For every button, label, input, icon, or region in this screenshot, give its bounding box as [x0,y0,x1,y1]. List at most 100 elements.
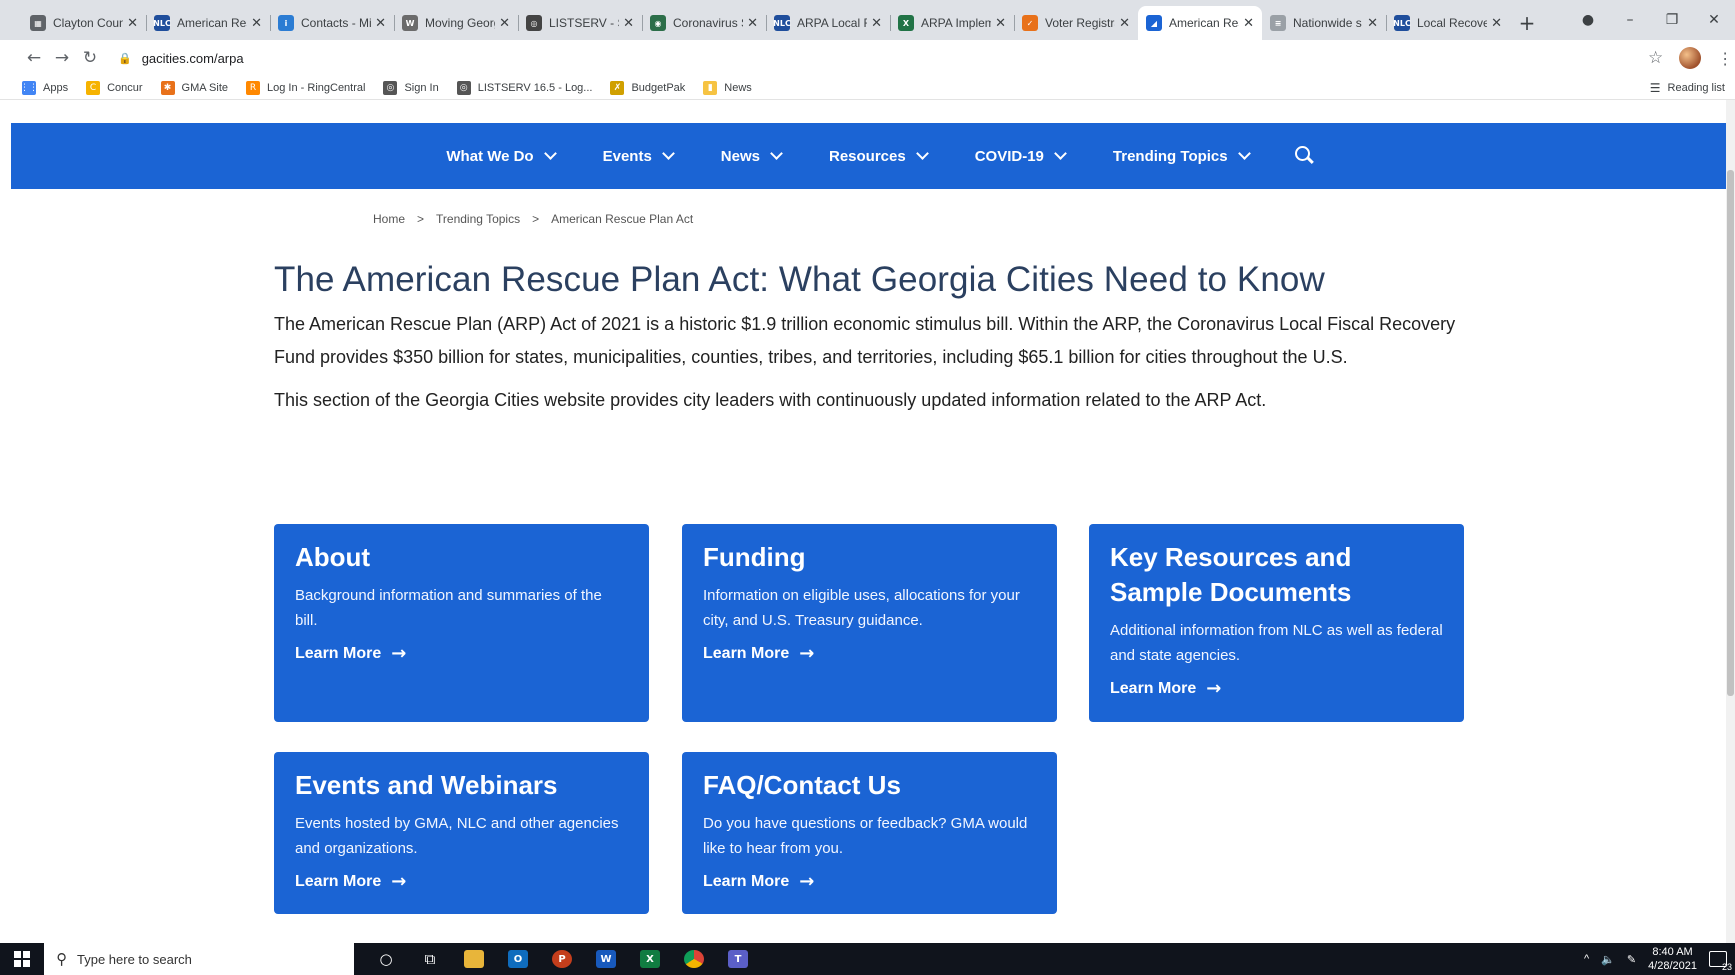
topic-card[interactable]: Events and Webinars Events hosted by GMA,… [274,752,649,914]
volume-icon[interactable]: 🔈 [1601,953,1615,966]
cortana-icon[interactable]: ○ [364,943,408,975]
teams-icon[interactable]: T [716,943,760,975]
tab-close-icon[interactable]: ✕ [747,16,758,31]
tab-close-icon[interactable]: ✕ [995,16,1006,31]
browser-tab[interactable]: NLC ARPA Local Re ✕ [766,6,890,40]
browser-tab[interactable]: ≡ Nationwide s ✕ [1262,6,1386,40]
nav-item[interactable]: Trending Topics [1113,147,1251,165]
browser-tab[interactable]: ◢ American Res ✕ [1138,6,1262,40]
topic-card[interactable]: About Background information and summarie… [274,524,649,722]
bookmark-item[interactable]: ⋮⋮ Apps [20,80,68,95]
task-view-icon[interactable]: ⧉ [408,943,452,975]
bookmark-item[interactable]: ✱ GMA Site [160,80,228,95]
bookmark-item[interactable]: ◎ LISTSERV 16.5 - Log... [456,80,592,95]
browser-menu-icon[interactable]: ⋮ [1717,49,1733,68]
nav-item[interactable]: COVID-19 [975,147,1067,165]
nav-item[interactable]: Events [603,147,675,165]
bookmark-item[interactable]: C Concur [86,80,143,95]
learn-more-link[interactable]: Learn More → [703,643,1036,664]
learn-more-label: Learn More [1110,679,1197,697]
chevron-down-icon [1237,147,1251,160]
chrome-icon[interactable] [672,943,716,975]
browser-tab[interactable]: ▦ Clayton County✕ [22,6,146,40]
learn-more-link[interactable]: Learn More → [295,643,628,664]
bookmark-star-icon[interactable]: ☆ [1648,48,1663,68]
bookmark-item[interactable]: R Log In - RingCentral [246,80,365,95]
minimize-button[interactable]: – [1609,12,1651,28]
learn-more-link[interactable]: Learn More → [295,871,628,892]
bookmark-item[interactable]: ✗ BudgetPak [610,80,685,95]
clock-date: 4/28/2021 [1648,960,1697,972]
reload-button[interactable]: ↻ [76,48,104,68]
reading-list-button[interactable]: ☰ Reading list [1650,76,1725,100]
tab-close-icon[interactable]: ✕ [871,16,882,31]
taskbar-clock[interactable]: 8:40 AM 4/28/2021 [1648,945,1697,973]
nav-item[interactable]: What We Do [446,147,557,165]
excel-icon[interactable]: X [628,943,672,975]
tab-close-icon[interactable]: ✕ [1367,16,1378,31]
nav-item[interactable]: News [720,147,783,165]
bookmark-item[interactable]: ▮ News [703,80,752,95]
arrow-right-icon: → [799,643,815,664]
breadcrumb-trending-topics[interactable]: Trending Topics [436,212,520,226]
nav-item-label: Resources [828,147,906,165]
restore-button[interactable]: ❐ [1651,12,1693,28]
tab-close-icon[interactable]: ✕ [127,16,138,31]
start-button[interactable] [0,943,44,975]
tray-chevron-icon[interactable]: ^ [1584,953,1589,965]
taskbar-search[interactable]: ⚲ Type here to search [44,943,354,975]
nav-item[interactable]: Resources [828,147,929,165]
tab-close-icon[interactable]: ✕ [1119,16,1130,31]
browser-tab[interactable]: NLC American Rescue ✕ [146,6,270,40]
browser-tab[interactable]: W Moving Georgia ✕ [394,6,518,40]
close-window-button[interactable]: ✕ [1693,12,1735,28]
browser-tab[interactable]: X ARPA Implem ✕ [890,6,1014,40]
tab-close-icon[interactable]: ✕ [499,16,510,31]
browser-tab[interactable]: ◉ Coronavirus S ✕ [642,6,766,40]
tab-favicon-icon: ◢ [1146,15,1162,31]
forward-button[interactable]: → [48,48,76,68]
profile-avatar[interactable] [1679,47,1702,69]
address-bar[interactable]: 🔒 gacities.com/arpa [118,44,1628,72]
learn-more-link[interactable]: Learn More → [1110,678,1443,699]
browser-tab[interactable]: i Contacts - Mi ✕ [270,6,394,40]
new-tab-button[interactable]: + [1510,6,1544,40]
topic-card[interactable]: Funding Information on eligible uses, all… [682,524,1057,722]
reading-list-icon: ☰ [1649,81,1661,95]
search-icon[interactable] [1294,146,1315,166]
browser-tab[interactable]: ◎ LISTSERV - Su ✕ [518,6,642,40]
learn-more-link[interactable]: Learn More → [703,871,1036,892]
nav-item-label: News [720,147,760,165]
notification-center-icon[interactable]: 23 [1709,951,1732,972]
page-scrollbar[interactable] [1726,100,1735,943]
web-page: What We Do Events News Resources COVID-19 Tre… [11,100,1726,943]
tab-close-icon[interactable]: ✕ [375,16,386,31]
card-title[interactable]: Funding [703,540,1036,575]
back-button[interactable]: ← [20,48,48,68]
main-content: The American Rescue Plan Act: What Georg… [274,260,1474,417]
browser-tab[interactable]: NLC Local Recover ✕ [1386,6,1510,40]
file-explorer-icon[interactable] [452,943,496,975]
breadcrumb-home[interactable]: Home [373,212,405,226]
outlook-icon[interactable]: O [496,943,540,975]
word-icon[interactable]: W [584,943,628,975]
pen-icon[interactable]: ✎ [1627,953,1636,966]
reading-list-label: Reading list [1667,82,1725,94]
search-icon: ⚲ [56,950,67,968]
browser-tab-strip: ▦Clayton County✕NLCAmerican Rescue✕iCont… [0,0,1735,40]
browser-tab[interactable]: ✓ Voter Registra ✕ [1014,6,1138,40]
topic-card[interactable]: FAQ/Contact Us Do you have questions or f… [682,752,1057,914]
card-title[interactable]: About [295,540,628,575]
scrollbar-thumb[interactable] [1727,170,1734,696]
tab-close-icon[interactable]: ✕ [623,16,634,31]
card-title[interactable]: Key Resources and Sample Documents [1110,540,1443,610]
chrome-account-icon[interactable]: ● [1567,12,1609,28]
tab-close-icon[interactable]: ✕ [1243,16,1254,31]
powerpoint-icon[interactable]: P [540,943,584,975]
card-title[interactable]: Events and Webinars [295,768,628,803]
tab-close-icon[interactable]: ✕ [1491,16,1502,31]
topic-card[interactable]: Key Resources and Sample Documents Additi… [1089,524,1464,722]
tab-close-icon[interactable]: ✕ [251,16,262,31]
bookmark-item[interactable]: ◎ Sign In [383,80,439,95]
card-title[interactable]: FAQ/Contact Us [703,768,1036,803]
